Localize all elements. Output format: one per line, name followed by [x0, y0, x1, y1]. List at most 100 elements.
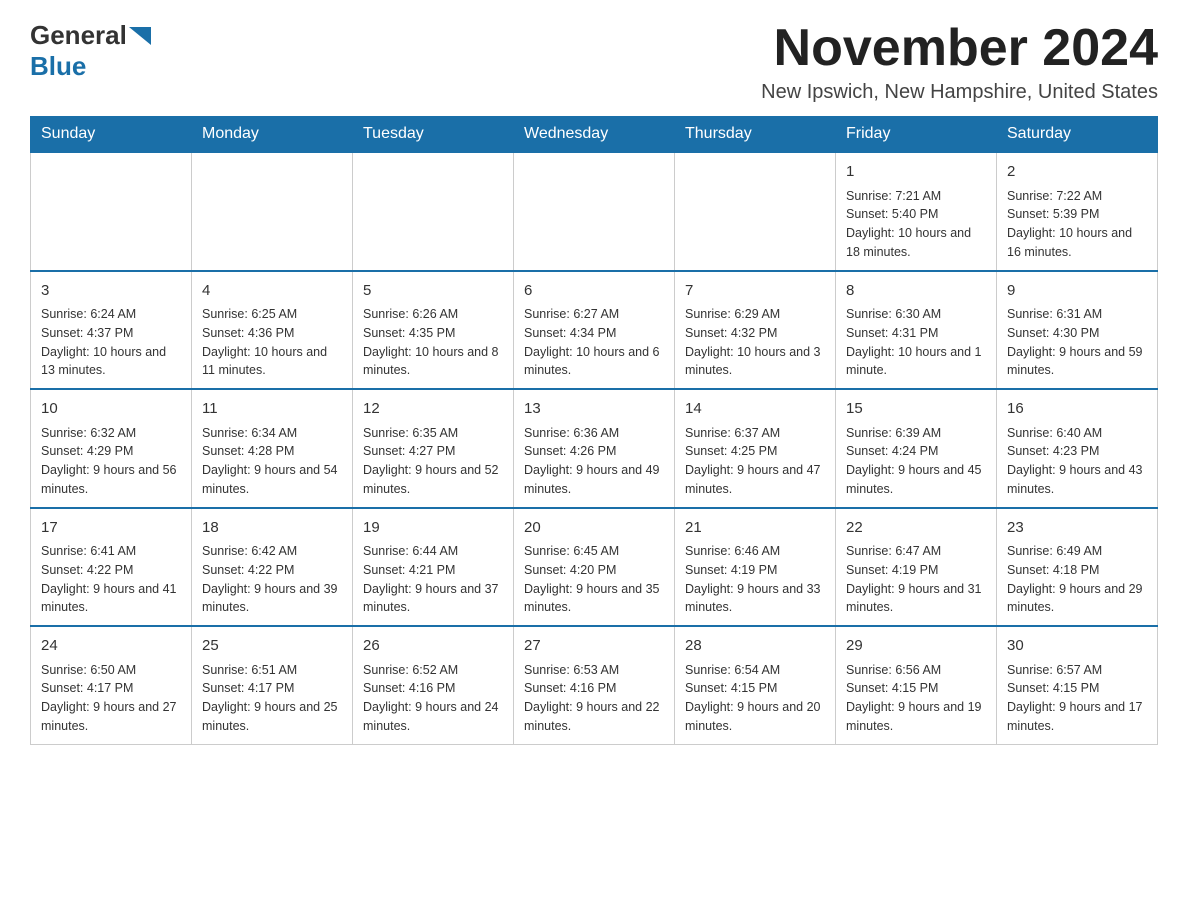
day-number: 8 — [846, 280, 986, 303]
calendar-cell: 16Sunrise: 6:40 AM Sunset: 4:23 PM Dayli… — [997, 389, 1158, 508]
calendar-cell: 30Sunrise: 6:57 AM Sunset: 4:15 PM Dayli… — [997, 626, 1158, 744]
day-number: 5 — [363, 280, 503, 303]
day-number: 26 — [363, 635, 503, 658]
calendar-cell: 28 Sunrise: 6:54 AM Sunset: 4:15 PM Dayli… — [675, 626, 836, 744]
calendar-week-row: 24 Sunrise: 6:50 AM Sunset: 4:17 PM Dayli… — [31, 626, 1158, 744]
day-info: Sunrise: 6:32 AM Sunset: 4:29 PM Dayligh… — [41, 424, 181, 499]
calendar-cell: 20Sunrise: 6:45 AM Sunset: 4:20 PM Dayli… — [514, 508, 675, 627]
day-info: Sunrise: 7:21 AM Sunset: 5:40 PM Dayligh… — [846, 187, 986, 262]
calendar-cell: 15Sunrise: 6:39 AM Sunset: 4:24 PM Dayli… — [836, 389, 997, 508]
calendar-cell: 21Sunrise: 6:46 AM Sunset: 4:19 PM Dayli… — [675, 508, 836, 627]
day-info: Sunrise: 7:22 AM Sunset: 5:39 PM Dayligh… — [1007, 187, 1147, 262]
day-number: 13 — [524, 398, 664, 421]
calendar-cell: 1 Sunrise: 7:21 AM Sunset: 5:40 PM Daylig… — [836, 152, 997, 271]
day-info: Sunrise: 6:46 AM Sunset: 4:19 PM Dayligh… — [685, 542, 825, 617]
calendar-cell: 22Sunrise: 6:47 AM Sunset: 4:19 PM Dayli… — [836, 508, 997, 627]
page-header: General Blue November 2024 New Ipswich, … — [30, 20, 1158, 104]
day-info: Sunrise: 6:56 AM Sunset: 4:15 PM Dayligh… — [846, 661, 986, 736]
day-info: Sunrise: 6:35 AM Sunset: 4:27 PM Dayligh… — [363, 424, 503, 499]
day-info: Sunrise: 6:30 AM Sunset: 4:31 PM Dayligh… — [846, 305, 986, 380]
day-number: 9 — [1007, 280, 1147, 303]
day-info: Sunrise: 6:24 AM Sunset: 4:37 PM Dayligh… — [41, 305, 181, 380]
day-number: 11 — [202, 398, 342, 421]
calendar-header-row: SundayMondayTuesdayWednesdayThursdayFrid… — [31, 117, 1158, 153]
calendar-week-row: 10 Sunrise: 6:32 AM Sunset: 4:29 PM Dayli… — [31, 389, 1158, 508]
day-info: Sunrise: 6:47 AM Sunset: 4:19 PM Dayligh… — [846, 542, 986, 617]
day-number: 18 — [202, 517, 342, 540]
calendar-cell: 17Sunrise: 6:41 AM Sunset: 4:22 PM Dayli… — [31, 508, 192, 627]
logo: General Blue — [30, 20, 151, 82]
day-number: 6 — [524, 280, 664, 303]
calendar-cell: 2 Sunrise: 7:22 AM Sunset: 5:39 PM Daylig… — [997, 152, 1158, 271]
calendar-cell: 7Sunrise: 6:29 AM Sunset: 4:32 PM Daylig… — [675, 271, 836, 390]
day-info: Sunrise: 6:52 AM Sunset: 4:16 PM Dayligh… — [363, 661, 503, 736]
day-number: 24 — [41, 635, 181, 658]
calendar-cell: 19Sunrise: 6:44 AM Sunset: 4:21 PM Dayli… — [353, 508, 514, 627]
day-number: 28 — [685, 635, 825, 658]
calendar-cell — [353, 152, 514, 271]
calendar-cell — [514, 152, 675, 271]
day-info: Sunrise: 6:34 AM Sunset: 4:28 PM Dayligh… — [202, 424, 342, 499]
logo-triangle-icon — [129, 27, 151, 45]
day-number: 23 — [1007, 517, 1147, 540]
day-number: 1 — [846, 161, 986, 184]
calendar-cell: 11 Sunrise: 6:34 AM Sunset: 4:28 PM Dayli… — [192, 389, 353, 508]
calendar-weekday-sunday: Sunday — [31, 117, 192, 153]
month-title: November 2024 — [761, 20, 1158, 77]
day-number: 15 — [846, 398, 986, 421]
day-info: Sunrise: 6:27 AM Sunset: 4:34 PM Dayligh… — [524, 305, 664, 380]
day-info: Sunrise: 6:51 AM Sunset: 4:17 PM Dayligh… — [202, 661, 342, 736]
calendar-weekday-monday: Monday — [192, 117, 353, 153]
calendar-weekday-wednesday: Wednesday — [514, 117, 675, 153]
calendar-cell — [675, 152, 836, 271]
calendar-cell: 6Sunrise: 6:27 AM Sunset: 4:34 PM Daylig… — [514, 271, 675, 390]
day-info: Sunrise: 6:50 AM Sunset: 4:17 PM Dayligh… — [41, 661, 181, 736]
location-subtitle: New Ipswich, New Hampshire, United State… — [761, 81, 1158, 104]
day-number: 4 — [202, 280, 342, 303]
day-number: 14 — [685, 398, 825, 421]
day-info: Sunrise: 6:44 AM Sunset: 4:21 PM Dayligh… — [363, 542, 503, 617]
day-info: Sunrise: 6:40 AM Sunset: 4:23 PM Dayligh… — [1007, 424, 1147, 499]
calendar-cell: 24 Sunrise: 6:50 AM Sunset: 4:17 PM Dayli… — [31, 626, 192, 744]
day-number: 17 — [41, 517, 181, 540]
calendar-cell — [192, 152, 353, 271]
day-info: Sunrise: 6:54 AM Sunset: 4:15 PM Dayligh… — [685, 661, 825, 736]
day-info: Sunrise: 6:37 AM Sunset: 4:25 PM Dayligh… — [685, 424, 825, 499]
day-info: Sunrise: 6:53 AM Sunset: 4:16 PM Dayligh… — [524, 661, 664, 736]
day-number: 27 — [524, 635, 664, 658]
day-number: 10 — [41, 398, 181, 421]
calendar-cell: 5Sunrise: 6:26 AM Sunset: 4:35 PM Daylig… — [353, 271, 514, 390]
calendar-cell: 12 Sunrise: 6:35 AM Sunset: 4:27 PM Dayli… — [353, 389, 514, 508]
day-info: Sunrise: 6:42 AM Sunset: 4:22 PM Dayligh… — [202, 542, 342, 617]
day-info: Sunrise: 6:49 AM Sunset: 4:18 PM Dayligh… — [1007, 542, 1147, 617]
calendar-weekday-saturday: Saturday — [997, 117, 1158, 153]
calendar-cell: 14 Sunrise: 6:37 AM Sunset: 4:25 PM Dayli… — [675, 389, 836, 508]
day-number: 19 — [363, 517, 503, 540]
day-number: 2 — [1007, 161, 1147, 184]
calendar-cell — [31, 152, 192, 271]
calendar-cell: 25Sunrise: 6:51 AM Sunset: 4:17 PM Dayli… — [192, 626, 353, 744]
calendar-cell: 3Sunrise: 6:24 AM Sunset: 4:37 PM Daylig… — [31, 271, 192, 390]
calendar-cell: 29 Sunrise: 6:56 AM Sunset: 4:15 PM Dayli… — [836, 626, 997, 744]
calendar-cell: 26 Sunrise: 6:52 AM Sunset: 4:16 PM Dayli… — [353, 626, 514, 744]
day-number: 21 — [685, 517, 825, 540]
day-number: 29 — [846, 635, 986, 658]
day-number: 3 — [41, 280, 181, 303]
day-info: Sunrise: 6:36 AM Sunset: 4:26 PM Dayligh… — [524, 424, 664, 499]
calendar-cell: 23Sunrise: 6:49 AM Sunset: 4:18 PM Dayli… — [997, 508, 1158, 627]
day-number: 22 — [846, 517, 986, 540]
calendar-cell: 4Sunrise: 6:25 AM Sunset: 4:36 PM Daylig… — [192, 271, 353, 390]
logo-blue-text: Blue — [30, 51, 86, 81]
calendar-week-row: 1 Sunrise: 7:21 AM Sunset: 5:40 PM Daylig… — [31, 152, 1158, 271]
calendar-cell: 13 Sunrise: 6:36 AM Sunset: 4:26 PM Dayli… — [514, 389, 675, 508]
day-info: Sunrise: 6:45 AM Sunset: 4:20 PM Dayligh… — [524, 542, 664, 617]
calendar-weekday-friday: Friday — [836, 117, 997, 153]
day-number: 12 — [363, 398, 503, 421]
day-number: 20 — [524, 517, 664, 540]
calendar-table: SundayMondayTuesdayWednesdayThursdayFrid… — [30, 116, 1158, 745]
day-info: Sunrise: 6:29 AM Sunset: 4:32 PM Dayligh… — [685, 305, 825, 380]
calendar-weekday-thursday: Thursday — [675, 117, 836, 153]
day-info: Sunrise: 6:31 AM Sunset: 4:30 PM Dayligh… — [1007, 305, 1147, 380]
calendar-cell: 10 Sunrise: 6:32 AM Sunset: 4:29 PM Dayli… — [31, 389, 192, 508]
calendar-weekday-tuesday: Tuesday — [353, 117, 514, 153]
